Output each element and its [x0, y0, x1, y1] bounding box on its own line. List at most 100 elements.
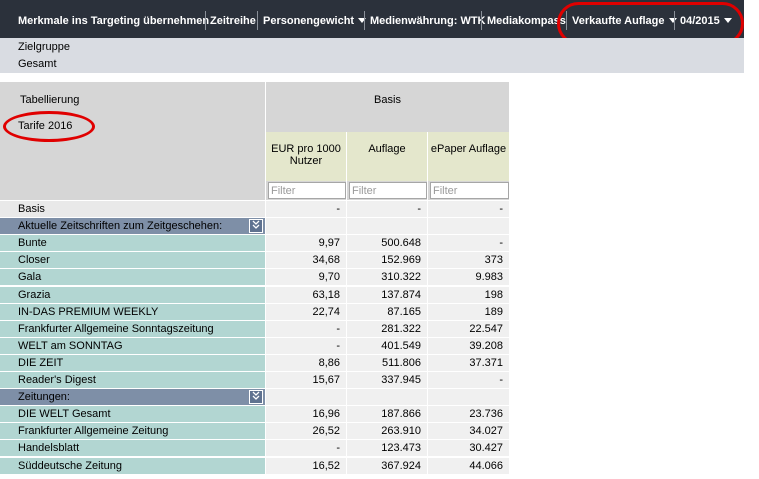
value-cell: 44.066: [428, 458, 509, 474]
value-cell: 401.549: [347, 338, 427, 354]
row-label: WELT am SONNTAG: [0, 338, 265, 354]
toolbar-separator: [364, 11, 365, 30]
value-cell: 137.874: [347, 287, 427, 303]
value-cell: 39.208: [428, 338, 509, 354]
row-label: Closer: [0, 252, 265, 268]
collapse-icon[interactable]: [249, 219, 263, 233]
table-row: Frankfurter Allgemeine Sonntagszeitung -2…: [0, 321, 509, 338]
table-row: Süddeutsche Zeitung 16,52 367.924 44.066: [0, 458, 509, 475]
group-header-row: Aktuelle Zeitschriften zum Zeitgeschehen…: [0, 218, 509, 235]
filter-cell: [428, 181, 509, 200]
filter-cell: [266, 181, 346, 200]
table-row: Grazia 63,18 137.874 198: [0, 287, 509, 304]
personengewicht-dropdown[interactable]: Personengewicht: [263, 12, 367, 30]
value-cell: 87.165: [347, 304, 427, 320]
value-cell: -: [266, 321, 346, 337]
value-cell: 16,96: [266, 406, 346, 422]
empty-cell: [428, 218, 509, 234]
empty-cell: [347, 389, 427, 405]
value-cell: -: [266, 201, 346, 217]
zeitreihe-button[interactable]: Zeitreihe: [210, 12, 256, 30]
value-cell: 16,52: [266, 458, 346, 474]
column-header-auflage[interactable]: Auflage: [347, 132, 427, 181]
empty-cell: [428, 389, 509, 405]
value-cell: 198: [428, 287, 509, 303]
row-label: DIE WELT Gesamt: [0, 406, 265, 422]
filter-cell: [347, 181, 427, 200]
value-cell: 9.983: [428, 269, 509, 285]
value-cell: -: [266, 338, 346, 354]
column-header-eur-pro-1000[interactable]: EUR pro 1000 Nutzer: [266, 132, 346, 181]
group-header-row: Zeitungen:: [0, 389, 509, 406]
table-row: Gala 9,70 310.322 9.983: [0, 269, 509, 286]
filter-input-epaper[interactable]: [430, 182, 509, 199]
value-cell: 500.648: [347, 235, 427, 251]
empty-cell: [347, 218, 427, 234]
double-chevron-icon: [252, 220, 260, 229]
value-cell: 22,74: [266, 304, 346, 320]
value-cell: -: [347, 201, 427, 217]
value-cell: -: [428, 372, 509, 388]
targeting-uebernehmen-button[interactable]: Merkmale ins Targeting übernehmen: [18, 12, 209, 30]
row-label: Basis: [0, 201, 265, 217]
value-cell: 26,52: [266, 423, 346, 439]
table-row: Handelsblatt -123.473 30.427: [0, 440, 509, 457]
value-cell: 15,67: [266, 372, 346, 388]
mediakompass-button[interactable]: Mediakompass: [487, 12, 566, 30]
row-label: Frankfurter Allgemeine Sonntagszeitung: [0, 321, 265, 337]
toolbar-separator: [257, 11, 258, 30]
zielgruppe-row: Zielgruppe: [0, 38, 744, 56]
value-cell: 263.910: [347, 423, 427, 439]
value-cell: 37.371: [428, 355, 509, 371]
tabellierung-label: Tabellierung: [20, 94, 80, 106]
toolbar-separator: [205, 11, 206, 30]
row-label: Süddeutsche Zeitung: [0, 458, 265, 474]
value-cell: -: [428, 201, 509, 217]
row-label: Reader's Digest: [0, 372, 265, 388]
value-cell: 511.806: [347, 355, 427, 371]
table-row: Reader's Digest 15,67 337.945-: [0, 372, 509, 389]
column-header-epaper-auflage[interactable]: ePaper Auflage: [428, 132, 509, 181]
value-cell: 152.969: [347, 252, 427, 268]
filter-input-auflage[interactable]: [349, 182, 427, 199]
row-label: Grazia: [0, 287, 265, 303]
row-label: Bunte: [0, 235, 265, 251]
value-cell: 34,68: [266, 252, 346, 268]
toolbar-separator: [481, 11, 482, 30]
table-row: DIE WELT Gesamt 16,96 187.866 23.736: [0, 406, 509, 423]
table-row: DIE ZEIT 8,86 511.806 37.371: [0, 355, 509, 372]
value-cell: 9,97: [266, 235, 346, 251]
value-cell: 373: [428, 252, 509, 268]
table-row: Frankfurter Allgemeine Zeitung 26,52 263.9…: [0, 423, 509, 440]
value-cell: 9,70: [266, 269, 346, 285]
double-chevron-icon: [252, 391, 260, 400]
gesamt-row: Gesamt: [0, 56, 744, 73]
group-label[interactable]: Zeitungen:: [0, 389, 265, 405]
value-cell: 22.547: [428, 321, 509, 337]
group-label[interactable]: Aktuelle Zeitschriften zum Zeitgeschehen…: [0, 218, 265, 234]
collapse-icon[interactable]: [249, 390, 263, 404]
value-cell: 23.736: [428, 406, 509, 422]
annotation-ellipse-tarife: [3, 111, 95, 142]
table-row: Bunte 9,97 500.648-: [0, 235, 509, 252]
empty-cell: [266, 218, 346, 234]
table-row: Closer 34,68 152.969 373: [0, 252, 509, 269]
value-cell: 123.473: [347, 440, 427, 456]
value-cell: 8,86: [266, 355, 346, 371]
basis-column-group-header: Basis: [266, 82, 509, 132]
table-row: IN-DAS PREMIUM WEEKLY 22,74 87.165 189: [0, 304, 509, 321]
value-cell: 337.945: [347, 372, 427, 388]
empty-cell: [266, 389, 346, 405]
value-cell: 281.322: [347, 321, 427, 337]
table-row: WELT am SONNTAG -401.549 39.208: [0, 338, 509, 355]
row-label: Frankfurter Allgemeine Zeitung: [0, 423, 265, 439]
value-cell: -: [428, 235, 509, 251]
filter-input-eur[interactable]: [268, 182, 346, 199]
basis-row: Basis - - -: [0, 201, 509, 218]
medienwaehrung-button[interactable]: Medienwährung: WTK: [370, 12, 486, 30]
row-label: DIE ZEIT: [0, 355, 265, 371]
value-cell: 63,18: [266, 287, 346, 303]
row-label: Gala: [0, 269, 265, 285]
value-cell: 187.866: [347, 406, 427, 422]
row-label: Handelsblatt: [0, 440, 265, 456]
